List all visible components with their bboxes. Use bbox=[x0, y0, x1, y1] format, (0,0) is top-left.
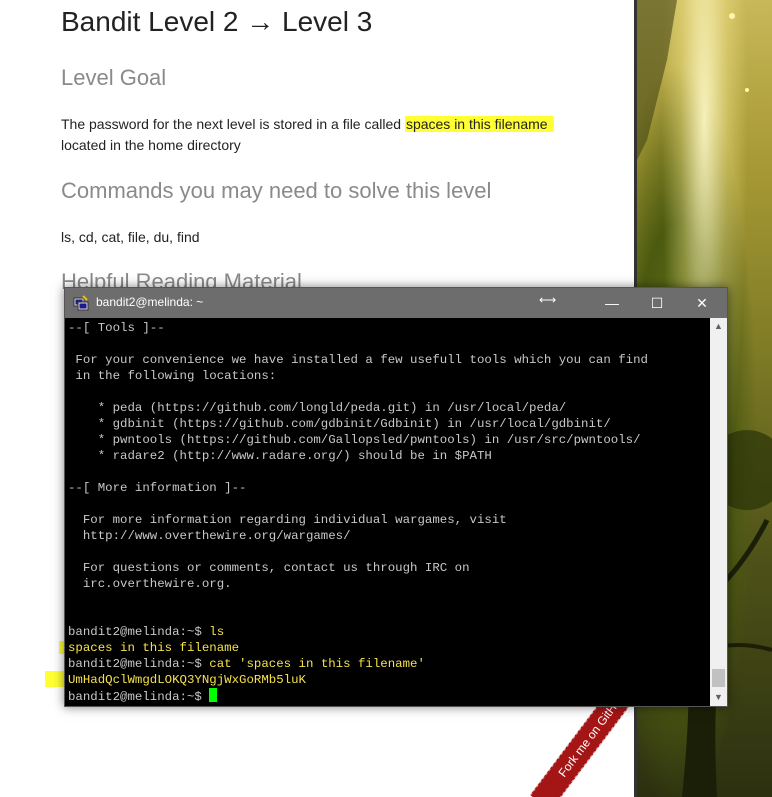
shell-command: ls bbox=[209, 625, 225, 639]
level-goal-text: The password for the next level is store… bbox=[61, 114, 601, 156]
terminal-window[interactable]: bandit2@melinda: ~ ⟷ — ☐ ✕ --[ Tools ]--… bbox=[64, 287, 728, 707]
terminal-line: --[ More information ]-- bbox=[68, 481, 247, 495]
scroll-up-arrow-icon[interactable]: ▲ bbox=[710, 318, 727, 335]
terminal-line: For more information regarding individua… bbox=[68, 513, 507, 527]
terminal-line: For your convenience we have installed a… bbox=[68, 353, 648, 367]
terminal-command-line: bandit2@melinda:~$ ls bbox=[68, 624, 224, 640]
terminal-line: in the following locations: bbox=[68, 369, 277, 383]
terminal-title: bandit2@melinda: ~ bbox=[96, 295, 204, 309]
terminal-line: irc.overthewire.org. bbox=[68, 577, 232, 591]
maximize-button[interactable]: ☐ bbox=[634, 288, 680, 318]
terminal-line: * peda (https://github.com/longld/peda.g… bbox=[68, 401, 567, 415]
shell-prompt: bandit2@melinda:~$ bbox=[68, 625, 210, 639]
terminal-line: --[ Tools ]-- bbox=[68, 321, 165, 335]
command-output: spaces in this filename bbox=[68, 641, 240, 655]
goal-text-end: located in the home directory bbox=[61, 137, 241, 153]
terminal-line: http://www.overthewire.org/wargames/ bbox=[68, 529, 351, 543]
scroll-down-arrow-icon[interactable]: ▼ bbox=[710, 689, 727, 706]
commands-heading: Commands you may need to solve this leve… bbox=[61, 178, 492, 203]
scrollbar-thumb[interactable] bbox=[712, 669, 725, 687]
resize-arrows-icon: ⟷ bbox=[539, 293, 557, 307]
goal-text-start: The password for the next level is store… bbox=[61, 116, 405, 132]
terminal-line: For questions or comments, contact us th… bbox=[68, 561, 470, 575]
password-output: UmHadQclWmgdLOKQ3YNgjWxGoRMb5luK bbox=[68, 673, 306, 687]
shell-prompt: bandit2@melinda:~$ bbox=[68, 690, 210, 704]
minimize-button[interactable]: — bbox=[589, 288, 635, 318]
terminal-line: * pwntools (https://github.com/Gallopsle… bbox=[68, 433, 641, 447]
level-goal-heading: Level Goal bbox=[61, 65, 167, 90]
commands-list: ls, cd, cat, file, du, find bbox=[61, 229, 200, 245]
terminal-output[interactable]: --[ Tools ]-- For your convenience we ha… bbox=[65, 318, 710, 706]
terminal-scrollbar[interactable]: ▲ ▼ bbox=[710, 318, 727, 706]
putty-icon bbox=[73, 295, 89, 311]
shell-prompt: bandit2@melinda:~$ bbox=[68, 657, 210, 671]
page-title: Bandit Level 2 → Level 3 bbox=[61, 6, 373, 37]
shell-command: cat 'spaces in this filename' bbox=[209, 657, 425, 671]
terminal-input-line[interactable]: bandit2@melinda:~$ bbox=[68, 688, 218, 705]
terminal-command-line: bandit2@melinda:~$ cat 'spaces in this f… bbox=[68, 656, 425, 672]
terminal-line: * radare2 (http://www.radare.org/) shoul… bbox=[68, 449, 492, 463]
terminal-cursor bbox=[209, 688, 218, 702]
highlighted-filename: spaces in this filename bbox=[404, 116, 554, 132]
close-button[interactable]: ✕ bbox=[679, 288, 725, 318]
terminal-titlebar[interactable]: bandit2@melinda: ~ ⟷ — ☐ ✕ bbox=[65, 288, 727, 318]
terminal-line: * gdbinit (https://github.com/gdbinit/Gd… bbox=[68, 417, 611, 431]
